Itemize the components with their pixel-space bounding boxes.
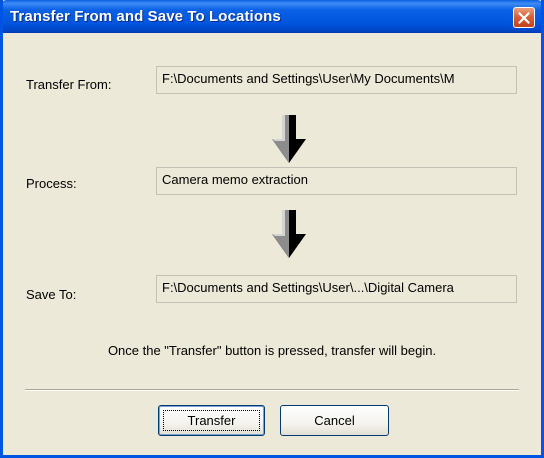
instruction-message: Once the "Transfer" button is pressed, t… — [107, 343, 437, 358]
transfer-from-field: F:\Documents and Settings\User\My Docume… — [156, 66, 517, 94]
transfer-dialog: Transfer From and Save To Locations Tran… — [0, 0, 544, 458]
window-title: Transfer From and Save To Locations — [10, 8, 281, 25]
transfer-from-label: Transfer From: — [26, 77, 112, 92]
title-bar[interactable]: Transfer From and Save To Locations — [3, 0, 541, 33]
close-button[interactable] — [513, 7, 535, 28]
separator — [25, 389, 519, 391]
cancel-button-label: Cancel — [314, 413, 355, 428]
transfer-button-label: Transfer — [163, 410, 260, 431]
save-to-field: F:\Documents and Settings\User\...\Digit… — [156, 275, 517, 303]
transfer-button[interactable]: Transfer — [158, 405, 265, 436]
process-label: Process: — [26, 176, 77, 191]
save-to-label: Save To: — [26, 287, 77, 302]
process-field: Camera memo extraction — [156, 167, 517, 195]
arrow-down-icon — [272, 115, 306, 163]
close-x-icon — [518, 11, 530, 24]
cancel-button[interactable]: Cancel — [280, 405, 389, 436]
arrow-down-icon — [272, 210, 306, 258]
